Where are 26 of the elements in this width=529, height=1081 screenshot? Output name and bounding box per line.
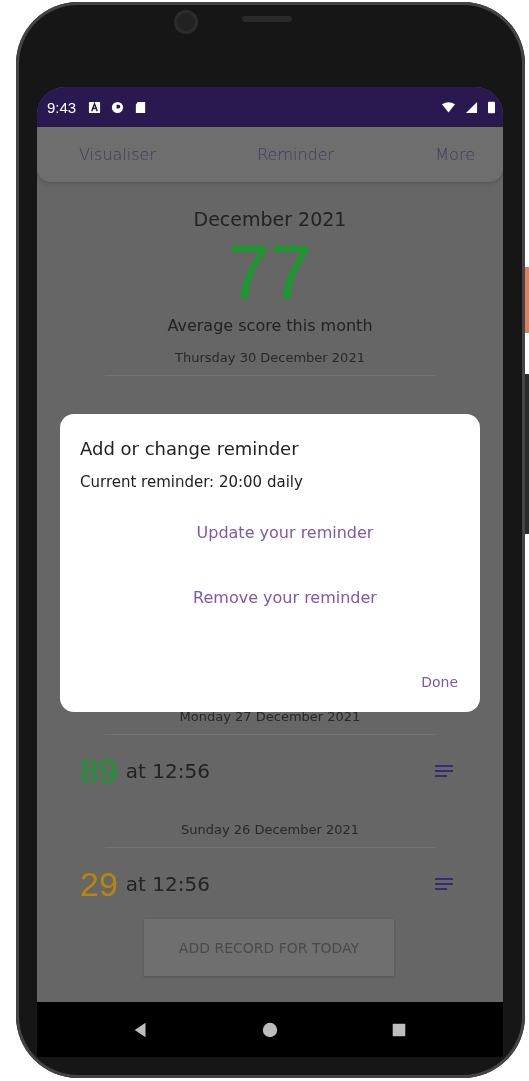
average-score: 77 [227, 232, 313, 314]
current-reminder: Current reminder: 20:00 daily [80, 473, 304, 491]
dialog-action[interactable]: Remove your reminder [185, 584, 385, 611]
dialog-action[interactable]: Update your reminder [188, 519, 382, 546]
date-heading: Thursday 30 December 2021 [175, 349, 365, 367]
signal-icon [465, 100, 478, 114]
score: 89 [80, 751, 118, 791]
menu-icon[interactable] [434, 877, 454, 891]
notification-icon [111, 100, 125, 114]
sd-card-icon [134, 100, 148, 114]
done-button[interactable]: Done [419, 670, 460, 694]
status-time: 9:43 [47, 98, 77, 116]
date-heading: Sunday 26 December 2021 [180, 821, 360, 839]
month-title: December 2021 [193, 208, 347, 230]
entry-time: at 12:56 [125, 872, 210, 896]
score: 29 [80, 864, 118, 904]
dialog-title: Add or change reminder [80, 438, 300, 459]
camera-icon [174, 10, 198, 34]
home-icon[interactable] [261, 1020, 279, 1039]
average-caption: Average score this month [167, 316, 373, 335]
battery-icon [488, 100, 495, 114]
date-heading: Monday 27 December 2021 [179, 708, 361, 726]
wifi-icon [442, 100, 455, 114]
notification-icon [88, 100, 102, 114]
menu-icon[interactable] [434, 764, 454, 778]
entry-time: at 12:56 [125, 759, 210, 783]
